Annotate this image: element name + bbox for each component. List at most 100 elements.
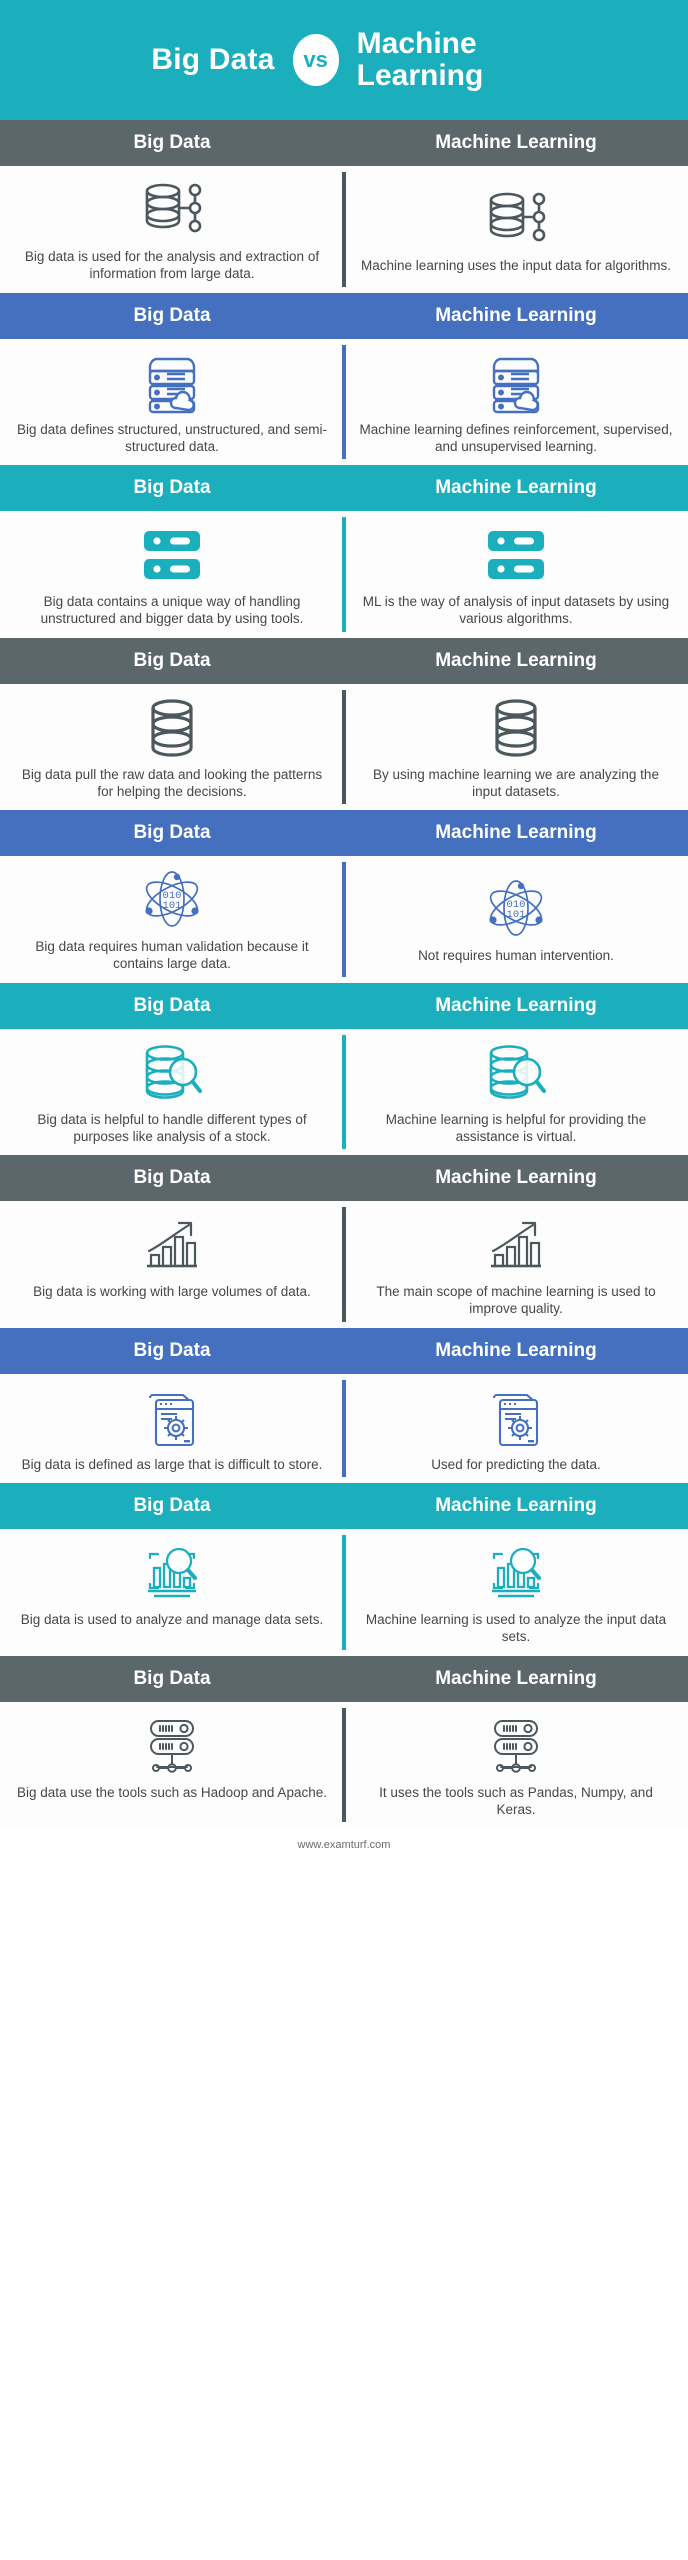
row-band-7: Big Data Machine Learning xyxy=(0,1155,688,1202)
cell-machine-learning-9: Machine learning is used to analyze the … xyxy=(344,1529,688,1656)
cell-description: By using machine learning we are analyzi… xyxy=(373,766,659,799)
row-band-1: Big Data Machine Learning xyxy=(0,120,688,166)
title-banner: Big Data vs Machine Learning xyxy=(0,0,688,120)
cell-machine-learning-4: By using machine learning we are analyzi… xyxy=(344,684,688,811)
cell-machine-learning-5: 010 101 Not requires human intervention. xyxy=(344,856,688,983)
band-label-machine-learning: Machine Learning xyxy=(435,1494,597,1516)
growth-chart-arrow-icon xyxy=(141,1213,203,1279)
column-divider xyxy=(342,1379,346,1477)
chart-magnifier-icon xyxy=(140,1541,204,1607)
band-label-big-data: Big Data xyxy=(133,1667,211,1689)
row-content-7: Big data is working with large volumes o… xyxy=(0,1201,688,1328)
band-label-machine-learning: Machine Learning xyxy=(435,822,597,844)
cell-machine-learning-1: Machine learning uses the input data for… xyxy=(344,166,688,293)
cell-description: Big data pull the raw data and looking t… xyxy=(21,766,323,799)
cell-big-data-7: Big data is working with large volumes o… xyxy=(0,1201,344,1328)
infographic-root: Big Data vs Machine Learning Big Data Mac… xyxy=(0,0,688,2560)
vs-badge: vs xyxy=(292,34,339,86)
column-divider xyxy=(342,344,346,460)
band-label-big-data: Big Data xyxy=(133,132,211,153)
server-network-icon xyxy=(143,1714,201,1780)
atom-binary-icon: 010 101 xyxy=(483,877,549,943)
database-cylinder-icon xyxy=(490,696,542,762)
row-band-8: Big Data Machine Learning xyxy=(0,1327,688,1374)
row-content-2: Big data defines structured, unstructure… xyxy=(0,338,688,466)
documents-gear-icon xyxy=(486,1386,546,1452)
documents-gear-icon xyxy=(142,1386,202,1452)
cell-big-data-9: Big data is used to analyze and manage d… xyxy=(0,1529,344,1656)
row-band-5: Big Data Machine Learning xyxy=(0,810,688,857)
footer-website-text: www.examturf.com xyxy=(297,1839,391,1852)
database-nodes-icon xyxy=(141,178,203,244)
row-band-10: Big Data Machine Learning xyxy=(0,1655,688,1702)
cell-description: Big data is used to analyze and manage d… xyxy=(20,1611,324,1627)
cell-description: Big data requires human validation becau… xyxy=(35,939,309,972)
column-divider xyxy=(342,172,346,287)
band-label-big-data: Big Data xyxy=(133,477,211,499)
cell-description: Big data is used for the analysis and ex… xyxy=(24,249,320,282)
band-label-big-data: Big Data xyxy=(133,1339,211,1361)
row-content-6: Big data is helpful to handle different … xyxy=(0,1028,688,1156)
cell-big-data-8: Big data is defined as large that is dif… xyxy=(0,1374,344,1483)
row-content-8: Big data is defined as large that is dif… xyxy=(0,1373,688,1483)
server-network-icon xyxy=(487,1714,545,1780)
row-band-9: Big Data Machine Learning xyxy=(0,1482,688,1529)
column-divider xyxy=(342,517,346,632)
server-cloud-icon xyxy=(486,351,546,417)
database-cylinder-icon xyxy=(146,696,198,762)
svg-text:101: 101 xyxy=(507,909,526,921)
cell-description: Big data defines structured, unstructure… xyxy=(17,421,327,454)
row-content-9: Big data is used to analyze and manage d… xyxy=(0,1528,688,1656)
row-band-3: Big Data Machine Learning xyxy=(0,465,688,512)
cell-big-data-1: Big data is used for the analysis and ex… xyxy=(0,166,344,293)
band-label-machine-learning: Machine Learning xyxy=(435,1339,597,1361)
server-rack-solid-icon xyxy=(140,523,204,589)
cell-machine-learning-10: It uses the tools such as Pandas, Numpy,… xyxy=(344,1702,688,1829)
cell-description: ML is the way of analysis of input datas… xyxy=(362,594,670,627)
cell-machine-learning-8: Used for predicting the data. xyxy=(344,1374,688,1483)
band-label-machine-learning: Machine Learning xyxy=(435,132,597,153)
band-label-big-data: Big Data xyxy=(133,304,211,326)
cell-big-data-6: Big data is helpful to handle different … xyxy=(0,1029,344,1156)
row-band-2: Big Data Machine Learning xyxy=(0,292,688,339)
cell-description: Machine learning is helpful for providin… xyxy=(385,1111,647,1144)
cell-description: Big data contains a unique way of handli… xyxy=(40,594,304,627)
row-content-10: Big data use the tools such as Hadoop an… xyxy=(0,1701,688,1829)
row-band-4: Big Data Machine Learning xyxy=(0,637,688,684)
column-divider xyxy=(342,1707,346,1823)
comparison-rows: Big Data Machine Learning Big data is use… xyxy=(0,120,688,1829)
band-label-machine-learning: Machine Learning xyxy=(435,1167,597,1189)
cell-machine-learning-2: Machine learning defines reinforcement, … xyxy=(344,339,688,466)
atom-binary-icon: 010 101 xyxy=(139,868,205,934)
cell-big-data-10: Big data use the tools such as Hadoop an… xyxy=(0,1702,344,1829)
database-magnifier-icon xyxy=(485,1041,547,1107)
band-label-machine-learning: Machine Learning xyxy=(435,477,597,499)
cell-description: Machine learning defines reinforcement, … xyxy=(359,421,673,454)
cell-machine-learning-7: The main scope of machine learning is us… xyxy=(344,1201,688,1328)
band-label-big-data: Big Data xyxy=(133,822,211,844)
column-divider xyxy=(342,1534,346,1650)
row-content-1: Big data is used for the analysis and ex… xyxy=(0,166,688,293)
cell-description: The main scope of machine learning is us… xyxy=(376,1284,656,1317)
cell-big-data-3: Big data contains a unique way of handli… xyxy=(0,511,344,638)
column-divider xyxy=(342,689,346,805)
cell-big-data-5: 010 101 Big data requires human validati… xyxy=(0,856,344,983)
server-rack-solid-icon xyxy=(484,523,548,589)
cell-machine-learning-6: Machine learning is helpful for providin… xyxy=(344,1029,688,1156)
column-divider xyxy=(342,1034,346,1150)
footer: www.examturf.com xyxy=(0,1828,688,1863)
band-label-machine-learning: Machine Learning xyxy=(435,304,597,326)
database-nodes-icon xyxy=(485,187,547,253)
title-left-label: Big Data xyxy=(151,43,275,76)
cell-machine-learning-3: ML is the way of analysis of input datas… xyxy=(344,511,688,638)
band-label-machine-learning: Machine Learning xyxy=(435,994,597,1016)
cell-description: Used for predicting the data. xyxy=(431,1456,601,1472)
band-label-big-data: Big Data xyxy=(133,1167,211,1189)
band-label-big-data: Big Data xyxy=(133,1494,211,1516)
title-right-label: Machine Learning xyxy=(356,26,484,92)
column-divider xyxy=(342,1207,346,1322)
cell-description: Machine learning is used to analyze the … xyxy=(365,1611,667,1645)
cell-description: It uses the tools such as Pandas, Numpy,… xyxy=(379,1784,653,1817)
cell-description: Not requires human intervention. xyxy=(418,947,614,963)
cell-big-data-2: Big data defines structured, unstructure… xyxy=(0,339,344,466)
